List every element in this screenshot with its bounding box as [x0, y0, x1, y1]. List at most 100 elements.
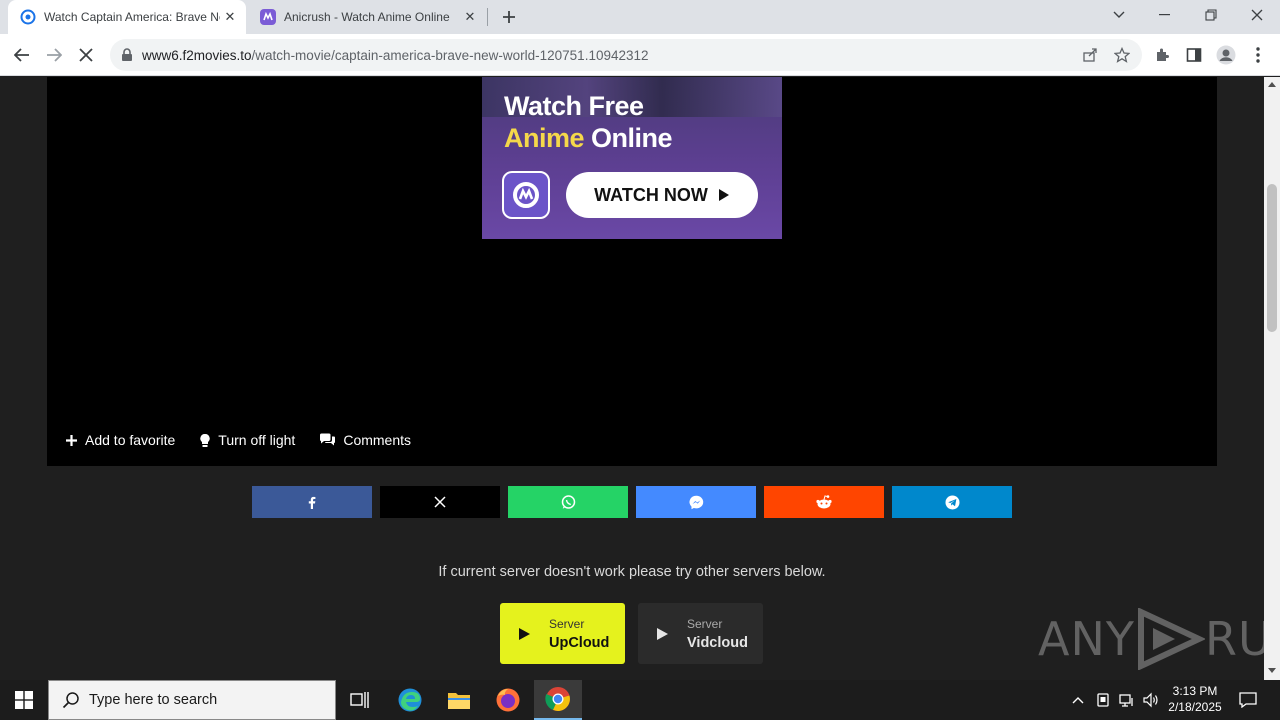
page-scrollbar[interactable] — [1264, 77, 1280, 680]
tab-title: Anicrush - Watch Anime Online — [284, 10, 450, 24]
server-list: Server UpCloud Server Vidcloud — [500, 603, 763, 664]
turn-off-light-button[interactable]: Turn off light — [199, 432, 295, 448]
edge-taskbar-button[interactable] — [386, 680, 434, 720]
windows-logo-icon — [15, 691, 33, 709]
share-reddit-button[interactable] — [764, 486, 884, 518]
server-name: Vidcloud — [687, 634, 748, 651]
forward-button[interactable] — [40, 41, 68, 69]
whatsapp-icon — [561, 494, 575, 509]
server-vidcloud-text: Server Vidcloud — [687, 617, 748, 651]
task-view-button[interactable] — [336, 680, 384, 720]
server-label: Server — [549, 616, 585, 631]
server-name: UpCloud — [549, 634, 610, 651]
side-panel-icon[interactable] — [1183, 44, 1205, 66]
ad-headline-line2: Anime Online — [504, 123, 673, 154]
back-button[interactable] — [8, 41, 36, 69]
tab-anicrush[interactable]: Anicrush - Watch Anime Online ✕ — [248, 0, 486, 34]
plus-icon — [66, 434, 77, 446]
clock-time: 3:13 PM — [1172, 684, 1218, 698]
play-triangle-icon — [718, 189, 729, 201]
ad-watch-now-button[interactable]: WATCH NOW — [566, 172, 758, 218]
anyrun-play-logo-icon — [1137, 608, 1205, 670]
comments-icon — [320, 433, 336, 446]
share-whatsapp-button[interactable] — [508, 486, 628, 518]
url-text: www6.f2movies.to/watch-movie/captain-ame… — [142, 48, 649, 63]
lock-icon[interactable] — [120, 48, 134, 62]
ad-headline-line1: Watch Free — [504, 91, 644, 121]
messenger-icon — [688, 495, 703, 509]
comments-button[interactable]: Comments — [319, 432, 411, 448]
share-page-icon[interactable] — [1080, 45, 1100, 65]
share-messenger-button[interactable] — [636, 486, 756, 518]
menu-kebab-icon[interactable] — [1247, 44, 1269, 66]
taskbar-search-box[interactable]: Type here to search — [48, 680, 336, 720]
play-icon — [519, 627, 530, 640]
volume-icon[interactable] — [1141, 690, 1161, 710]
minimize-button[interactable] — [1142, 0, 1188, 30]
url-host: www6.f2movies.to — [142, 47, 252, 63]
edge-icon — [398, 688, 422, 712]
share-facebook-button[interactable] — [252, 486, 372, 518]
stop-loading-button[interactable] — [72, 41, 100, 69]
search-icon — [61, 691, 81, 709]
tab-title: Watch Captain America: Brave New World — [44, 10, 220, 24]
close-tab-icon[interactable]: ✕ — [460, 7, 480, 27]
chrome-icon — [545, 687, 570, 711]
ad-cta-label: WATCH NOW — [594, 184, 708, 205]
tab-strip: Watch Captain America: Brave New World ✕… — [0, 0, 1280, 34]
ad-headline-accent: Anime — [504, 123, 585, 153]
new-tab-button[interactable] — [497, 5, 521, 29]
server-vidcloud-button[interactable]: Server Vidcloud — [638, 603, 763, 664]
share-buttons-row — [252, 486, 1012, 518]
video-player[interactable]: Watch Free Anime Online WATCH NOW Add to… — [47, 77, 1217, 466]
scroll-down-arrow-icon[interactable] — [1268, 668, 1276, 673]
firefox-icon — [496, 688, 520, 712]
task-view-icon — [350, 692, 369, 708]
profile-avatar-icon[interactable] — [1215, 44, 1237, 66]
server-notice: If current server doesn't work please tr… — [438, 564, 826, 580]
watermark-left-text: ANY — [1038, 612, 1135, 666]
restore-button[interactable] — [1188, 0, 1234, 30]
reddit-icon — [816, 495, 832, 509]
anicrush-ad-banner[interactable]: Watch Free Anime Online WATCH NOW — [482, 77, 782, 239]
comments-label: Comments — [343, 432, 412, 448]
start-button[interactable] — [0, 680, 48, 720]
firefox-taskbar-button[interactable] — [484, 680, 532, 720]
anicrush-favicon-icon — [260, 9, 276, 25]
windows-taskbar: Type here to search 3:13 PM 2/18/2025 — [0, 680, 1280, 720]
web-page: Watch Free Anime Online WATCH NOW Add to… — [0, 77, 1264, 680]
f2movies-favicon-icon — [20, 9, 36, 25]
close-tab-icon[interactable]: ✕ — [220, 7, 240, 27]
folder-icon — [448, 693, 470, 709]
watermark-right-text: RUN — [1204, 612, 1264, 666]
search-placeholder: Type here to search — [89, 692, 218, 708]
taskbar-clock[interactable]: 3:13 PM 2/18/2025 — [1160, 683, 1230, 715]
scrollbar-thumb[interactable] — [1267, 184, 1277, 332]
show-hidden-icons-chevron-icon[interactable] — [1068, 690, 1088, 710]
tab-captain-america[interactable]: Watch Captain America: Brave New World ✕ — [8, 0, 246, 34]
extensions-icon[interactable] — [1151, 44, 1173, 66]
share-x-button[interactable] — [380, 486, 500, 518]
turn-off-light-label: Turn off light — [218, 432, 296, 448]
clock-date: 2/18/2025 — [1168, 700, 1222, 714]
close-window-button[interactable] — [1234, 0, 1280, 30]
server-upcloud-button[interactable]: Server UpCloud — [500, 603, 625, 664]
ad-headline-rest: Online — [591, 123, 673, 153]
telegram-icon — [945, 495, 959, 509]
bookmark-star-icon[interactable] — [1112, 45, 1132, 65]
facebook-icon — [308, 496, 316, 509]
security-tray-icon[interactable] — [1093, 690, 1113, 710]
scroll-up-arrow-icon[interactable] — [1268, 82, 1276, 87]
tab-search-button[interactable] — [1096, 0, 1142, 30]
anicrush-logo-icon — [502, 171, 550, 219]
url-path: /watch-movie/captain-america-brave-new-w… — [251, 47, 649, 63]
notifications-icon[interactable] — [1238, 690, 1258, 710]
share-telegram-button[interactable] — [892, 486, 1012, 518]
add-to-favorite-button[interactable]: Add to favorite — [65, 432, 175, 448]
file-explorer-taskbar-button[interactable] — [435, 680, 483, 720]
address-bar[interactable]: www6.f2movies.to/watch-movie/captain-ame… — [110, 39, 1142, 71]
add-to-favorite-label: Add to favorite — [85, 432, 176, 448]
network-icon[interactable] — [1117, 690, 1137, 710]
server-label: Server — [687, 616, 723, 631]
chrome-taskbar-button[interactable] — [534, 680, 582, 720]
